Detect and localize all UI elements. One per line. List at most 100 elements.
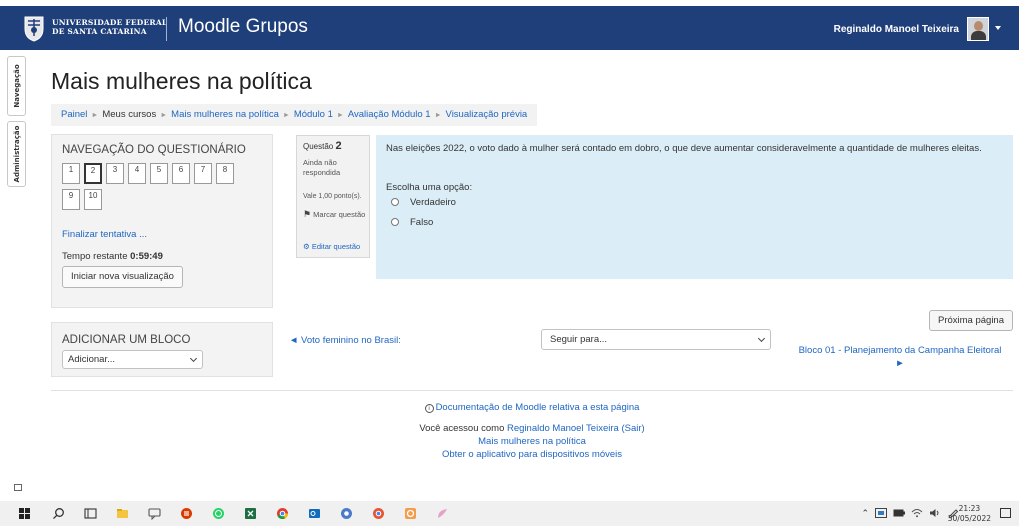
clock-time: 21:23	[958, 504, 981, 513]
breadcrumb-item[interactable]: Módulo 1	[294, 109, 333, 120]
office-app-icon[interactable]	[180, 507, 193, 520]
answer-prompt: Escolha uma opção:	[386, 182, 473, 193]
question-button-7[interactable]: 7	[194, 163, 212, 184]
question-button-3[interactable]: 3	[106, 163, 124, 184]
user-name[interactable]: Reginaldo Manoel Teixeira	[834, 24, 959, 35]
excel-icon[interactable]	[244, 507, 257, 520]
outlook-icon[interactable]	[308, 507, 321, 520]
avatar[interactable]	[967, 17, 989, 41]
quiz-navigation-title: NAVEGAÇÃO DO QUESTIONÁRIO	[62, 144, 246, 156]
next-activity-label: Bloco 01 - Planejamento da Campanha Elei…	[798, 345, 1002, 356]
volume-icon[interactable]	[929, 508, 941, 518]
chevron-down-icon	[757, 334, 766, 343]
breadcrumb-item[interactable]: Painel	[61, 109, 87, 120]
breadcrumb-item[interactable]: Mais mulheres na política	[171, 109, 279, 120]
app-g-icon[interactable]	[404, 507, 417, 520]
time-remaining: Tempo restante 0:59:49	[62, 251, 163, 262]
side-tab-label: Navegação	[12, 64, 21, 108]
flag-question-label: Marcar questão	[313, 210, 366, 219]
windows-taskbar: ⌃ 21:23 30/05/2022	[0, 501, 1019, 526]
page-title: Mais mulheres na política	[51, 68, 312, 94]
jump-to-select-value: Seguir para...	[550, 334, 608, 345]
chrome-profile-icon[interactable]	[340, 507, 353, 520]
quiz-navigation-block: NAVEGAÇÃO DO QUESTIONÁRIO 1 2 3 4 5 6 7 …	[51, 134, 273, 308]
brand-divider	[166, 17, 167, 41]
question-number: Questão 2	[303, 140, 342, 152]
logout-link[interactable]: (Sair)	[621, 423, 644, 434]
wifi-icon[interactable]	[911, 508, 923, 518]
start-new-preview-button[interactable]: Iniciar nova visualização	[62, 266, 183, 288]
top-navbar: UNIVERSIDADE FEDERAL DE SANTA CATARINA M…	[0, 6, 1019, 50]
chevron-down-icon	[189, 354, 198, 363]
answer-option-true[interactable]: Verdadeiro	[391, 197, 456, 208]
footer-login-info: Você acessou como Reginaldo Manoel Teixe…	[51, 423, 1013, 434]
radio-button[interactable]	[391, 218, 399, 226]
question-button-5[interactable]: 5	[150, 163, 168, 184]
question-button-1[interactable]: 1	[62, 163, 80, 184]
question-button-6[interactable]: 6	[172, 163, 190, 184]
breadcrumb-separator-icon: ►	[160, 112, 168, 119]
next-page-button[interactable]: Próxima página	[928, 310, 1013, 331]
breadcrumb-separator-icon: ►	[434, 112, 442, 119]
side-tab-label: Administração	[12, 125, 21, 183]
question-label: Questão	[303, 142, 334, 151]
chrome-alt-icon[interactable]	[372, 507, 385, 520]
previous-activity-link[interactable]: ◄ Voto feminino no Brasil:	[289, 335, 401, 346]
side-tab-administration[interactable]: Administração	[7, 121, 26, 187]
add-block-select-value: Adicionar...	[68, 354, 115, 365]
windows-start-icon[interactable]	[18, 507, 31, 520]
time-remaining-value: 0:59:49	[130, 251, 163, 262]
question-button-2[interactable]: 2	[84, 163, 102, 184]
file-explorer-icon[interactable]	[116, 507, 129, 520]
question-button-8[interactable]: 8	[216, 163, 234, 184]
notification-icon[interactable]	[1000, 508, 1011, 518]
university-crest-icon[interactable]	[22, 14, 46, 42]
next-activity-link[interactable]: Bloco 01 - Planejamento da Campanha Elei…	[790, 344, 1010, 370]
battery-icon[interactable]	[893, 509, 905, 517]
question-text: Nas eleições 2022, o voto dado à mulher …	[386, 143, 982, 154]
breadcrumb-item[interactable]: Avaliação Módulo 1	[348, 109, 431, 120]
radio-button[interactable]	[391, 198, 399, 206]
breadcrumb-separator-icon: ►	[336, 112, 344, 119]
user-menu-caret-icon[interactable]	[995, 26, 1001, 30]
question-button-4[interactable]: 4	[128, 163, 146, 184]
chrome-icon[interactable]	[276, 507, 289, 520]
chat-icon[interactable]	[148, 507, 161, 520]
footer-divider	[51, 390, 1013, 391]
taskbar-clock[interactable]: 21:23 30/05/2022	[948, 504, 991, 524]
time-remaining-label: Tempo restante	[62, 251, 131, 262]
question-status: Ainda não respondida	[303, 158, 341, 177]
search-icon[interactable]	[52, 507, 65, 520]
question-button-10[interactable]: 10	[84, 189, 102, 210]
jump-to-select[interactable]: Seguir para...	[541, 329, 771, 350]
paint-icon[interactable]	[436, 507, 449, 520]
breadcrumb-item[interactable]: Visualização prévia	[446, 109, 528, 120]
flag-question-toggle[interactable]: ⚑ Marcar questão	[303, 209, 365, 220]
mobile-app-link[interactable]: Obter o aplicativo para dispositivos móv…	[442, 449, 622, 460]
question-info-panel: Questão 2 Ainda não respondida Vale 1,00…	[296, 135, 370, 258]
edit-question-link[interactable]: ⚙ Editar questão	[303, 242, 360, 251]
documentation-link[interactable]: Documentação de Moodle relativa a esta p…	[436, 402, 640, 413]
info-icon: i	[424, 404, 434, 413]
footer-course: Mais mulheres na política	[51, 436, 1013, 447]
add-block-select[interactable]: Adicionar...	[62, 350, 203, 369]
breadcrumb-item[interactable]: Meus cursos	[102, 109, 156, 120]
answer-option-false[interactable]: Falso	[391, 217, 433, 228]
whatsapp-icon[interactable]	[212, 507, 225, 520]
tray-app-icon[interactable]	[875, 508, 887, 518]
breadcrumb-separator-icon: ►	[282, 112, 290, 119]
logged-in-as-label: Você acessou como	[419, 423, 507, 434]
site-brand[interactable]: Moodle Grupos	[178, 16, 308, 38]
course-link[interactable]: Mais mulheres na política	[478, 436, 586, 447]
question-button-9[interactable]: 9	[62, 189, 80, 210]
footer-app: Obter o aplicativo para dispositivos móv…	[51, 449, 1013, 460]
finish-attempt-link[interactable]: Finalizar tentativa ...	[62, 229, 147, 240]
chevron-up-icon[interactable]: ⌃	[861, 509, 869, 519]
add-block-panel: ADICIONAR UM BLOCO Adicionar...	[51, 322, 273, 377]
side-tab-navigation[interactable]: Navegação	[7, 56, 26, 116]
add-block-title: ADICIONAR UM BLOCO	[62, 334, 191, 346]
task-view-icon[interactable]	[84, 507, 97, 520]
gear-icon: ⚙	[303, 242, 310, 251]
profile-link[interactable]: Reginaldo Manoel Teixeira	[507, 423, 619, 434]
answer-option-label: Verdadeiro	[410, 197, 456, 208]
